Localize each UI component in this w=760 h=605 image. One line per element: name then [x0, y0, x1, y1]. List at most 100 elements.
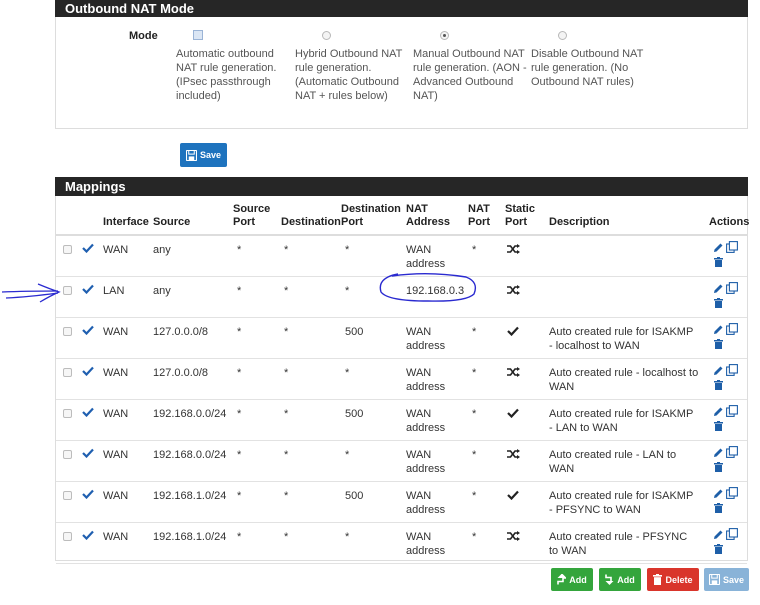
mode-option-automatic[interactable]: Automatic outbound NAT rule generation. … — [176, 27, 291, 103]
manual-radio[interactable] — [440, 31, 449, 40]
row-select-checkbox[interactable] — [63, 450, 72, 459]
mode-option-hybrid[interactable]: Hybrid Outbound NAT rule generation. (Au… — [295, 27, 410, 103]
cell-interface: WAN — [103, 326, 129, 338]
row-select-checkbox[interactable] — [63, 327, 72, 336]
trash-icon[interactable] — [714, 503, 723, 516]
cell-interface: WAN — [103, 449, 129, 461]
save-icon — [185, 149, 197, 161]
trash-icon[interactable] — [714, 380, 723, 393]
pencil-icon[interactable] — [713, 447, 724, 461]
cell-source-port: * — [237, 326, 242, 338]
row-select-checkbox[interactable] — [63, 409, 72, 418]
outbound-nat-mode-panel: Mode Automatic outbound NAT rule generat… — [55, 17, 748, 129]
trash-icon[interactable] — [714, 421, 723, 434]
table-row[interactable]: WAN 192.168.1.0/24 * * * WAN address * Auto cre… — [56, 523, 747, 564]
save-icon — [708, 574, 720, 585]
copy-icon[interactable] — [726, 528, 738, 543]
annotation-arrow — [1, 283, 61, 303]
add-rule-top-button[interactable]: Add — [551, 568, 593, 591]
cell-interface: WAN — [103, 244, 129, 256]
pencil-icon[interactable] — [713, 365, 724, 379]
cell-source: 192.168.0.0/24 — [153, 449, 227, 461]
shuffle-icon — [507, 285, 520, 298]
mappings-table: Interface Source Source Port Destination… — [55, 196, 749, 564]
delete-rules-button[interactable]: Delete — [647, 568, 699, 591]
pencil-icon[interactable] — [713, 324, 724, 338]
trash-icon[interactable] — [714, 544, 723, 557]
shuffle-icon — [507, 531, 520, 544]
table-row[interactable]: WAN 192.168.0.0/24 * * * WAN address * Auto cre… — [56, 441, 747, 482]
cell-nat-address: WAN address — [406, 408, 446, 434]
copy-icon[interactable] — [726, 282, 738, 297]
row-select-checkbox[interactable] — [63, 286, 72, 295]
col-nat-port: NAT Port — [468, 203, 490, 228]
copy-icon[interactable] — [726, 446, 738, 461]
cell-nat-port: * — [472, 531, 477, 543]
cell-nat-port: * — [472, 367, 477, 379]
cell-interface: WAN — [103, 490, 129, 502]
mode-option-disable[interactable]: Disable Outbound NAT rule generation. (N… — [531, 27, 646, 89]
mode-option-manual[interactable]: Manual Outbound NAT rule generation. (AO… — [413, 27, 528, 103]
table-row[interactable]: WAN any * * * WAN address * — [56, 236, 747, 277]
cell-source: 192.168.1.0/24 — [153, 490, 227, 502]
enabled-check-icon — [82, 366, 94, 379]
trash-icon[interactable] — [714, 462, 723, 475]
cell-destination-port: 500 — [345, 490, 364, 502]
trash-icon[interactable] — [714, 339, 723, 352]
shuffle-icon — [507, 367, 520, 380]
arrow-up-icon — [557, 574, 567, 585]
cell-destination-port: * — [345, 285, 350, 297]
cell-nat-address: WAN address — [406, 490, 446, 516]
cell-description: Auto created rule - localhost to WAN — [549, 367, 699, 393]
pencil-icon[interactable] — [713, 283, 724, 297]
trash-icon[interactable] — [714, 298, 723, 311]
table-row[interactable]: WAN 127.0.0.0/8 * * * WAN address * Auto create… — [56, 359, 747, 400]
mode-option-disable-text: Disable Outbound NAT rule generation. (N… — [531, 48, 644, 88]
cell-destination-port: * — [345, 449, 350, 461]
cell-destination: * — [284, 531, 289, 543]
col-source-port: Source Port — [233, 203, 271, 228]
table-row[interactable]: WAN 192.168.1.0/24 * * 500 WAN address * Auto c… — [56, 482, 747, 523]
trash-icon[interactable] — [714, 257, 723, 270]
enabled-check-icon — [82, 284, 94, 297]
hybrid-radio[interactable] — [322, 31, 331, 40]
save-mode-label: Save — [199, 150, 222, 160]
cell-interface: WAN — [103, 408, 129, 420]
copy-icon[interactable] — [726, 364, 738, 379]
pencil-icon[interactable] — [713, 406, 724, 420]
save-mappings-button[interactable]: Save — [704, 568, 749, 591]
mode-label: Mode — [129, 30, 158, 42]
table-row[interactable]: WAN 127.0.0.0/8 * * 500 WAN address * Auto crea… — [56, 318, 747, 359]
pencil-icon[interactable] — [713, 242, 724, 256]
copy-icon[interactable] — [726, 241, 738, 256]
pencil-icon[interactable] — [713, 488, 724, 502]
cell-destination: * — [284, 244, 289, 256]
cell-nat-port: * — [472, 449, 477, 461]
add-rule-bottom-button[interactable]: Add — [599, 568, 641, 591]
check-icon — [507, 326, 519, 339]
row-select-checkbox[interactable] — [63, 532, 72, 541]
row-select-checkbox[interactable] — [63, 368, 72, 377]
table-header: Interface Source Source Port Destination… — [56, 196, 749, 236]
cell-source: 127.0.0.0/8 — [153, 326, 209, 338]
mode-option-manual-text: Manual Outbound NAT rule generation. (AO… — [413, 48, 527, 102]
table-row[interactable]: WAN 192.168.0.0/24 * * 500 WAN address * Auto c… — [56, 400, 747, 441]
cell-nat-port: * — [472, 408, 477, 420]
col-source: Source — [153, 216, 191, 228]
annotation-circle — [379, 273, 477, 302]
mode-option-hybrid-text: Hybrid Outbound NAT rule generation. (Au… — [295, 48, 403, 102]
row-select-checkbox[interactable] — [63, 245, 72, 254]
row-select-checkbox[interactable] — [63, 491, 72, 500]
enabled-check-icon — [82, 489, 94, 502]
cell-source-port: * — [237, 285, 242, 297]
cell-destination: * — [284, 367, 289, 379]
copy-icon[interactable] — [726, 323, 738, 338]
copy-icon[interactable] — [726, 405, 738, 420]
disable-radio[interactable] — [558, 31, 567, 40]
cell-description: Auto created rule for ISAKMP - LAN to WA… — [549, 408, 694, 434]
pencil-icon[interactable] — [713, 529, 724, 543]
save-mode-button[interactable]: Save — [180, 143, 227, 167]
automatic-checkbox[interactable] — [193, 30, 203, 40]
col-static-port: Static Port — [505, 203, 535, 228]
copy-icon[interactable] — [726, 487, 738, 502]
